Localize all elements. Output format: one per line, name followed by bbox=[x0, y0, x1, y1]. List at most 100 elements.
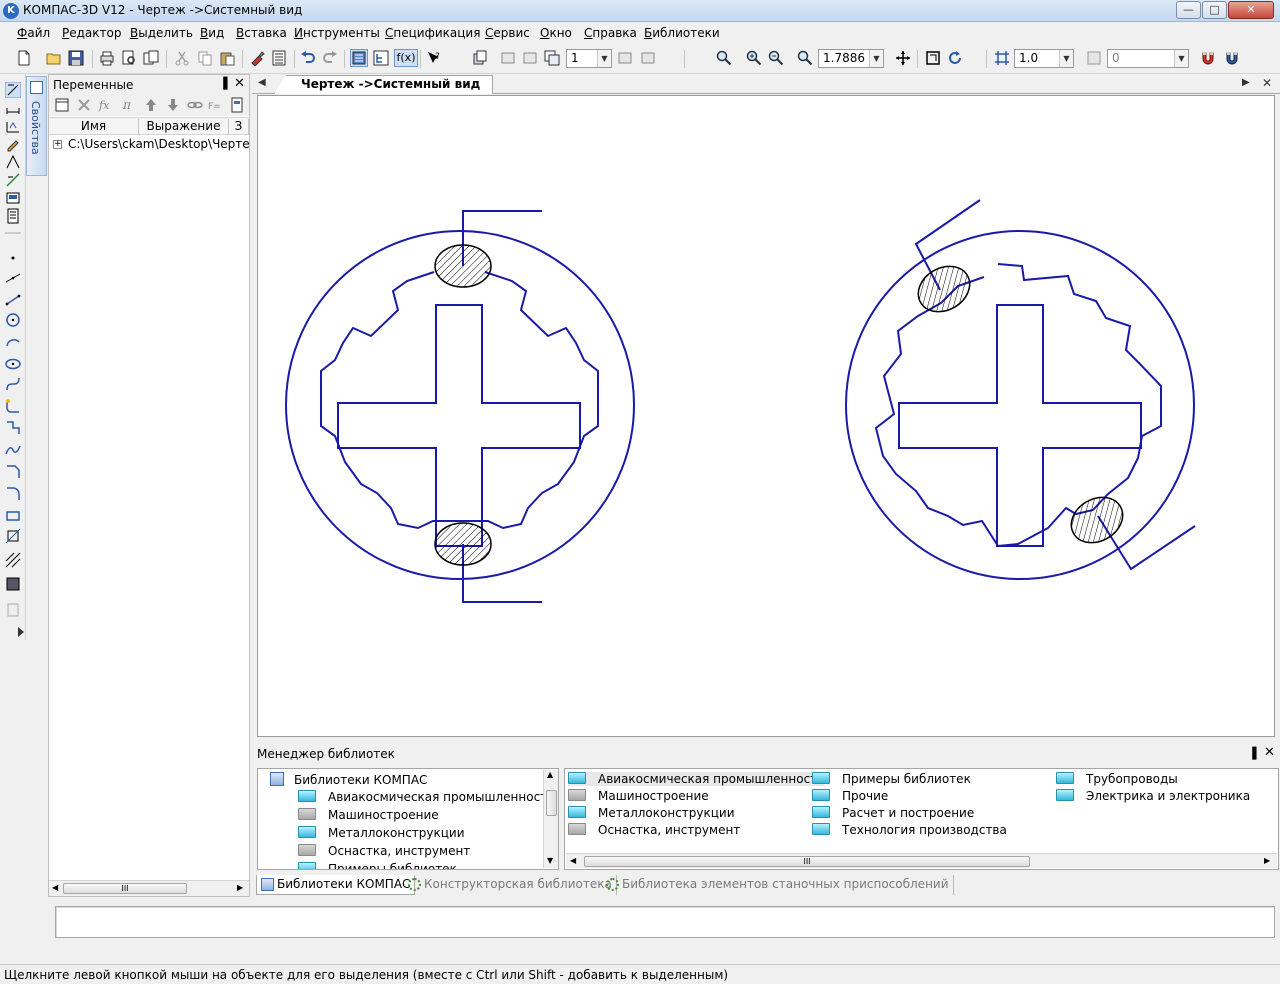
menu-libraries[interactable]: Библиотеки bbox=[644, 26, 720, 40]
close-icon[interactable]: ✕ bbox=[1264, 745, 1275, 760]
layers-icon[interactable] bbox=[472, 50, 488, 66]
menu-tools[interactable]: Инструменты bbox=[294, 26, 380, 40]
paste-icon[interactable] bbox=[219, 50, 235, 66]
scroll-down-arrow-icon[interactable]: ▼ bbox=[547, 856, 553, 865]
variables-horizontal-scrollbar[interactable]: ◀ III ▶ bbox=[49, 880, 249, 896]
pan-move-icon[interactable] bbox=[895, 50, 911, 66]
tab-fixture-elements-library[interactable]: Библиотека элементов станочных приспособ… bbox=[602, 875, 954, 895]
print-preview-icon[interactable] bbox=[121, 50, 137, 66]
copy-icon[interactable] bbox=[197, 50, 213, 66]
print-icon[interactable] bbox=[99, 50, 115, 66]
tree-root-kompas-libraries[interactable]: Библиотеки КОМПАС bbox=[270, 772, 427, 787]
menu-specification[interactable]: Спецификация bbox=[385, 26, 480, 40]
cut-icon[interactable] bbox=[174, 50, 190, 66]
spline-icon[interactable] bbox=[5, 442, 21, 458]
menu-window[interactable]: Окно bbox=[540, 26, 572, 40]
chevron-down-icon[interactable]: ▼ bbox=[1059, 50, 1073, 67]
link-icon[interactable] bbox=[187, 97, 203, 113]
properties-list-icon[interactable] bbox=[271, 50, 287, 66]
close-window-button[interactable]: ✕ bbox=[1228, 1, 1274, 19]
variables-tree-row[interactable]: + C:\Users\ckam\Desktop\Чертеж.cdw bbox=[53, 137, 249, 151]
geometry-tools-icon[interactable] bbox=[5, 82, 21, 98]
properties-side-tab[interactable]: Свойства bbox=[26, 76, 47, 176]
list-item[interactable]: Технология производства bbox=[812, 823, 1007, 837]
equation-icon[interactable]: F= bbox=[207, 97, 223, 113]
magnet-snap-icon[interactable] bbox=[1200, 50, 1216, 66]
hatch-icon[interactable] bbox=[5, 552, 21, 568]
chevron-down-icon[interactable]: ▼ bbox=[1174, 50, 1188, 67]
point-icon[interactable] bbox=[5, 250, 21, 266]
list-item[interactable]: Прочие bbox=[812, 789, 888, 803]
variables-fx-button[interactable]: f(x) bbox=[394, 49, 418, 67]
move-up-icon[interactable] bbox=[143, 97, 159, 113]
segment-icon[interactable] bbox=[5, 292, 21, 308]
manager-panel-icon[interactable] bbox=[350, 49, 368, 67]
parametrize-icon[interactable] bbox=[5, 154, 21, 170]
maximize-button[interactable]: □ bbox=[1202, 1, 1227, 19]
rounding-icon[interactable] bbox=[5, 486, 21, 502]
fill-icon[interactable] bbox=[5, 576, 21, 592]
list-item[interactable]: Машиностроение bbox=[568, 789, 709, 803]
snap-grid-icon[interactable] bbox=[994, 50, 1010, 66]
format-brush-icon[interactable] bbox=[249, 50, 265, 66]
function-icon[interactable]: fx bbox=[98, 97, 114, 113]
save-icon[interactable] bbox=[68, 50, 84, 66]
delete-variable-icon[interactable] bbox=[76, 97, 92, 113]
menu-view[interactable]: Вид bbox=[200, 26, 224, 40]
list-item[interactable]: Оснастка, инструмент bbox=[568, 823, 740, 837]
new-variable-icon[interactable] bbox=[54, 97, 70, 113]
dimensions-icon[interactable] bbox=[5, 100, 21, 116]
symbols-icon[interactable] bbox=[5, 118, 21, 134]
menu-help[interactable]: Справка bbox=[584, 26, 637, 40]
fillet-icon[interactable] bbox=[5, 398, 21, 414]
chevron-down-icon[interactable]: ▼ bbox=[597, 50, 611, 67]
kompas-app-icon[interactable]: K bbox=[3, 3, 19, 19]
local-snap-icon[interactable] bbox=[1224, 50, 1240, 66]
layer-next-icon[interactable] bbox=[640, 50, 656, 66]
zoom-in-icon[interactable] bbox=[746, 50, 762, 66]
gear-section-right[interactable] bbox=[845, 199, 1196, 580]
menu-file[interactable]: Файл bbox=[17, 26, 50, 40]
edit-icon[interactable] bbox=[5, 136, 21, 152]
menu-select[interactable]: Выделить bbox=[130, 26, 193, 40]
refresh-icon[interactable] bbox=[947, 50, 963, 66]
pi-icon[interactable]: π bbox=[120, 97, 136, 113]
redo-icon[interactable] bbox=[322, 50, 338, 66]
tab-design-library[interactable]: Конструкторская библиотека bbox=[404, 875, 617, 895]
zoom-window-icon[interactable] bbox=[716, 50, 732, 66]
auxiliary-line-icon[interactable] bbox=[5, 270, 21, 286]
column-name[interactable]: Имя bbox=[49, 119, 139, 135]
select-icon[interactable] bbox=[5, 190, 21, 206]
lower-key-section[interactable] bbox=[434, 522, 492, 566]
angle-value-select[interactable]: 0 ▼ bbox=[1107, 49, 1189, 68]
list-item[interactable]: Электрика и электроника bbox=[1056, 789, 1250, 803]
polyline-icon[interactable] bbox=[5, 420, 21, 436]
command-input-field[interactable] bbox=[55, 906, 1275, 938]
view-prev-icon[interactable] bbox=[500, 50, 516, 66]
zoom-out-icon[interactable] bbox=[768, 50, 784, 66]
tree-view-icon[interactable] bbox=[373, 50, 389, 66]
scroll-right-arrow-icon[interactable]: ▶ bbox=[237, 883, 243, 892]
contour-icon[interactable] bbox=[5, 528, 21, 544]
menu-service[interactable]: Сервис bbox=[485, 26, 530, 40]
preview-pages-icon[interactable] bbox=[143, 50, 159, 66]
tab-scroll-right-icon[interactable]: ▶ bbox=[1242, 77, 1250, 88]
menu-editor[interactable]: Редактор bbox=[62, 26, 121, 40]
angle-icon[interactable] bbox=[1086, 50, 1102, 66]
undo-icon[interactable] bbox=[300, 50, 316, 66]
minimize-button[interactable]: — bbox=[1176, 1, 1201, 19]
scroll-right-arrow-icon[interactable]: ▶ bbox=[1264, 856, 1270, 865]
list-item[interactable]: Расчет и построение bbox=[812, 806, 974, 820]
tab-scroll-left-icon[interactable]: ◀ bbox=[258, 77, 266, 88]
show-all-icon[interactable] bbox=[925, 50, 941, 66]
pin-icon[interactable]: ▐ bbox=[1248, 747, 1256, 760]
tree-vertical-scrollbar[interactable]: ▲ ▼ bbox=[543, 770, 558, 868]
list-item[interactable]: Примеры библиотек bbox=[812, 772, 971, 786]
more-tools-icon[interactable] bbox=[5, 602, 21, 618]
layer-prev-icon[interactable] bbox=[617, 50, 633, 66]
scroll-left-arrow-icon[interactable]: ◀ bbox=[52, 883, 58, 892]
pin-icon[interactable]: ▐ bbox=[219, 77, 227, 90]
tab-kompas-libraries[interactable]: Библиотеки КОМПАС bbox=[256, 875, 416, 895]
list-item[interactable]: Авиакосмическая промышленность bbox=[568, 772, 825, 786]
move-down-icon[interactable] bbox=[165, 97, 181, 113]
